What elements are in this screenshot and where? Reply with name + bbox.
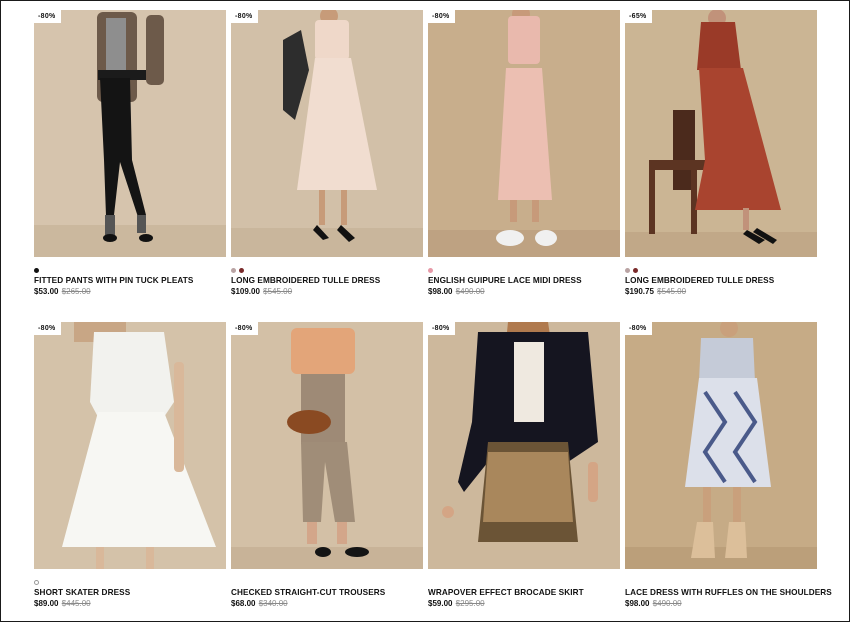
color-swatches [231, 265, 423, 275]
product-image[interactable]: -80% [34, 10, 226, 257]
product-title[interactable]: SHORT SKATER DRESS [34, 588, 226, 598]
product-card[interactable]: -80% FITTED PANTS WITH PIN TUCK PLEATS $… [34, 10, 226, 322]
product-prices: $89.00 $445.00 [34, 598, 226, 609]
color-swatch[interactable] [633, 267, 638, 273]
product-photo [34, 10, 226, 257]
color-swatch[interactable] [34, 579, 39, 585]
original-price: $545.00 [263, 287, 293, 296]
color-swatches [428, 265, 620, 275]
sale-price: $98.00 [625, 599, 650, 608]
product-card[interactable]: -80% SHORT SKATER DRESS $89.00 $445.00 [34, 322, 226, 634]
color-swatches [625, 577, 817, 587]
color-swatch[interactable] [34, 267, 39, 273]
product-title[interactable]: ENGLISH GUIPURE LACE MIDI DRESS [428, 276, 620, 286]
color-swatch[interactable] [428, 267, 433, 273]
product-card[interactable]: -80% LONG EMBROIDERED TULLE DRESS $109.0… [231, 10, 423, 322]
product-photo [231, 10, 423, 257]
product-prices: $98.00 $490.00 [625, 598, 817, 609]
product-title[interactable]: CHECKED STRAIGHT-CUT TROUSERS [231, 588, 423, 598]
color-swatches [625, 265, 817, 275]
product-image[interactable]: -80% [428, 10, 620, 257]
original-price: $445.00 [61, 599, 91, 608]
sale-price: $59.00 [428, 599, 453, 608]
discount-badge: -80% [428, 322, 455, 335]
product-image[interactable]: -80% [231, 10, 423, 257]
discount-badge: -80% [428, 10, 455, 23]
product-photo [625, 10, 817, 257]
product-title[interactable]: LONG EMBROIDERED TULLE DRESS [625, 276, 817, 286]
product-card[interactable]: -80% ENGLISH GUIPURE LACE MIDI DRESS $98… [428, 10, 620, 322]
product-prices: $98.00 $490.00 [428, 286, 620, 297]
original-price: $545.00 [657, 287, 687, 296]
color-swatch[interactable] [231, 267, 236, 273]
discount-badge: -80% [231, 322, 258, 335]
product-image[interactable]: -80% [428, 322, 620, 569]
product-title[interactable]: LONG EMBROIDERED TULLE DRESS [231, 276, 423, 286]
sale-price: $68.00 [231, 599, 256, 608]
sale-price: $98.00 [428, 287, 453, 296]
original-price: $295.00 [455, 599, 485, 608]
product-title[interactable]: LACE DRESS WITH RUFFLES ON THE SHOULDERS [625, 588, 832, 598]
original-price: $265.00 [61, 287, 91, 296]
color-swatches [34, 265, 226, 275]
page-frame: -80% FITTED PANTS WITH PIN TUCK PLEATS $… [0, 0, 850, 622]
product-prices: $59.00 $295.00 [428, 598, 620, 609]
color-swatches [231, 577, 423, 587]
product-photo [231, 322, 423, 569]
color-swatches [428, 577, 620, 587]
product-image[interactable]: -65% [625, 10, 817, 257]
product-title[interactable]: FITTED PANTS WITH PIN TUCK PLEATS [34, 276, 226, 286]
product-prices: $109.00 $545.00 [231, 286, 423, 297]
discount-badge: -80% [231, 10, 258, 23]
product-image[interactable]: -80% [34, 322, 226, 569]
product-card[interactable]: -80% CHECKED STRAIGHT-CUT TROUSERS $68.0… [231, 322, 423, 634]
discount-badge: -80% [34, 10, 61, 23]
original-price: $340.00 [258, 599, 288, 608]
product-photo [428, 322, 620, 569]
product-card[interactable]: -80% LACE DRESS WITH RUFFLES ON THE SHOU… [625, 322, 832, 634]
product-photo [34, 322, 226, 569]
product-photo [625, 322, 817, 569]
product-prices: $190.75 $545.00 [625, 286, 817, 297]
product-image[interactable]: -80% [231, 322, 423, 569]
discount-badge: -80% [625, 322, 652, 335]
product-image[interactable]: -80% [625, 322, 817, 569]
sale-price: $89.00 [34, 599, 59, 608]
product-photo [428, 10, 620, 257]
color-swatches [34, 577, 226, 587]
color-swatch[interactable] [239, 267, 244, 273]
product-grid: -80% FITTED PANTS WITH PIN TUCK PLEATS $… [34, 10, 832, 634]
product-prices: $53.00 $265.00 [34, 286, 226, 297]
discount-badge: -65% [625, 10, 652, 23]
product-card[interactable]: -65% LONG EMBROIDERED TULLE DRESS $190.7… [625, 10, 817, 322]
product-card[interactable]: -80% WRAPOVER EFFECT BROCADE SKIRT $59.0… [428, 322, 620, 634]
sale-price: $53.00 [34, 287, 59, 296]
original-price: $490.00 [652, 599, 682, 608]
sale-price: $190.75 [625, 287, 654, 296]
discount-badge: -80% [34, 322, 61, 335]
sale-price: $109.00 [231, 287, 260, 296]
color-swatch[interactable] [625, 267, 630, 273]
product-prices: $68.00 $340.00 [231, 598, 423, 609]
product-title[interactable]: WRAPOVER EFFECT BROCADE SKIRT [428, 588, 620, 598]
original-price: $490.00 [455, 287, 485, 296]
